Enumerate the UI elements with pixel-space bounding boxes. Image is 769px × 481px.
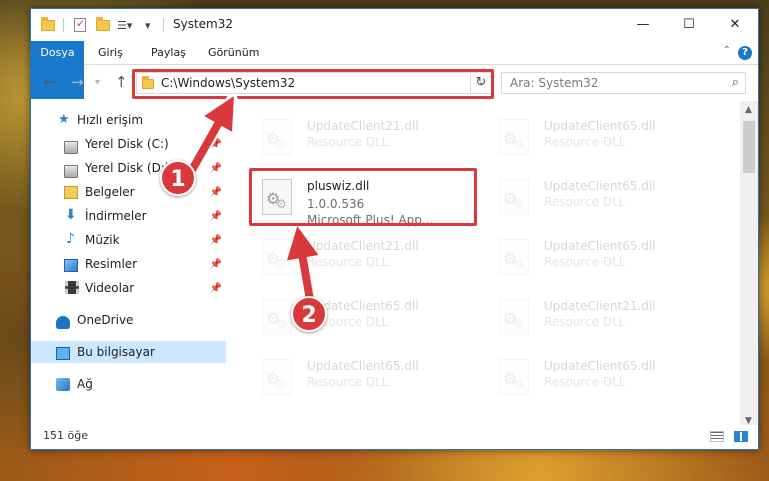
annotation-arrows <box>186 94 319 306</box>
step-2-callout: 2 <box>291 296 327 332</box>
step-1-callout: 1 <box>160 160 196 196</box>
